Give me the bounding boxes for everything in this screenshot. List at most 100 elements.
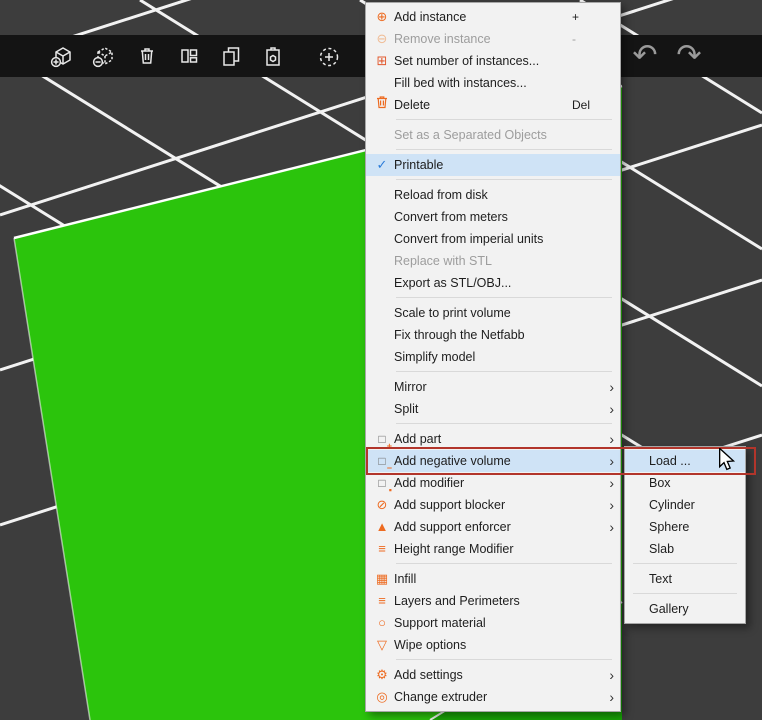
menu-item-layers-and-perimeters[interactable]: ≡Layers and Perimeters	[366, 590, 620, 612]
menu-separator	[396, 149, 612, 150]
menu-item-label: Export as STL/OBJ...	[394, 276, 570, 290]
submenu-arrow-icon: ›	[602, 376, 614, 398]
menu-item-label: Set number of instances...	[394, 54, 570, 68]
menu-item-add-modifier[interactable]: □▪Add modifier ›	[366, 472, 620, 494]
menu-item-label: Cylinder	[649, 498, 731, 512]
menu-item-label: Add modifier	[394, 476, 570, 490]
menu-item-label: Add settings	[394, 668, 570, 682]
add-negative-volume-submenu: Load ... Box Cylinder SphereSlab Text Gallery	[624, 446, 746, 624]
menu-item-label: Add instance	[394, 10, 570, 24]
submenu-arrow-icon: ›	[602, 472, 614, 494]
support-enforcer-icon: ▲	[370, 516, 394, 538]
menu-item-add-support-blocker[interactable]: ⊘Add support blocker ›	[366, 494, 620, 516]
set-instances-icon: ⊞	[370, 50, 394, 72]
menu-item-label: Fill bed with instances...	[394, 76, 570, 90]
menu-item-label: Replace with STL	[394, 254, 570, 268]
layers-icon: ≡	[370, 590, 394, 612]
add-instance-circle-icon[interactable]	[310, 37, 348, 75]
menu-separator	[396, 119, 612, 120]
menu-item-set-number-of-instances[interactable]: ⊞Set number of instances...	[366, 50, 620, 72]
menu-item-height-range-modifier[interactable]: ≡Height range Modifier	[366, 538, 620, 560]
menu-item-label: Fix through the Netfabb	[394, 328, 570, 342]
menu-item-export-as-stl-obj[interactable]: Export as STL/OBJ...	[366, 272, 620, 294]
menu-item-infill[interactable]: ▦Infill	[366, 568, 620, 590]
menu-item-label: Mirror	[394, 380, 570, 394]
menu-item-wipe-options[interactable]: ▽Wipe options	[366, 634, 620, 656]
submenu-item-slab[interactable]: Slab	[625, 538, 745, 560]
menu-separator	[396, 371, 612, 372]
menu-item-label: Delete	[394, 98, 570, 112]
menu-item-scale-to-print-volume[interactable]: Scale to print volume	[366, 302, 620, 324]
submenu-item-text[interactable]: Text	[625, 568, 745, 590]
menu-separator	[396, 297, 612, 298]
settings-gear-icon: ⚙	[370, 664, 394, 686]
support-blocker-icon: ⊘	[370, 494, 394, 516]
menu-item-label: Simplify model	[394, 350, 570, 364]
submenu-arrow-icon: ›	[602, 398, 614, 420]
menu-item-label: Remove instance	[394, 32, 570, 46]
add-object-icon[interactable]	[44, 37, 82, 75]
delete-icon[interactable]	[128, 37, 166, 75]
add-modifier-icon: □▪	[370, 472, 394, 494]
submenu-arrow-icon: ›	[602, 516, 614, 538]
menu-item-label: Gallery	[649, 602, 731, 616]
menu-item-add-negative-volume[interactable]: □−Add negative volume›	[366, 450, 620, 472]
menu-item-label: Text	[649, 572, 731, 586]
menu-item-label: Box	[649, 476, 731, 490]
submenu-arrow-icon: ›	[602, 686, 614, 708]
copy-icon[interactable]	[212, 37, 250, 75]
menu-item-fill-bed-with-instances[interactable]: Fill bed with instances...	[366, 72, 620, 94]
support-material-icon: ○	[370, 612, 394, 634]
menu-item-change-extruder[interactable]: ◎Change extruder›	[366, 686, 620, 708]
menu-item-label: Scale to print volume	[394, 306, 570, 320]
menu-item-label: Add negative volume	[394, 454, 570, 468]
menu-separator	[396, 563, 612, 564]
menu-item-set-as-separated-objects: Set as a Separated Objects	[366, 124, 620, 146]
menu-separator	[633, 563, 737, 564]
menu-item-mirror[interactable]: Mirror ›	[366, 376, 620, 398]
submenu-arrow-icon: ›	[602, 494, 614, 516]
object-context-menu: ⊕Add instance+⊖Remove instance-⊞Set numb…	[365, 2, 621, 712]
wipe-funnel-icon: ▽	[370, 634, 394, 656]
submenu-item-box[interactable]: Box	[625, 472, 745, 494]
menu-item-convert-from-meters[interactable]: Convert from meters	[366, 206, 620, 228]
menu-item-label: Wipe options	[394, 638, 570, 652]
infill-icon: ▦	[370, 568, 394, 590]
submenu-arrow-icon: ›	[602, 428, 614, 450]
paste-icon[interactable]	[254, 37, 292, 75]
submenu-item-load[interactable]: Load ...	[625, 450, 745, 472]
arrange-icon[interactable]	[170, 37, 208, 75]
menu-item-label: Convert from meters	[394, 210, 570, 224]
add-instance-icon: ⊕	[370, 6, 394, 28]
menu-item-simplify-model[interactable]: Simplify model	[366, 346, 620, 368]
submenu-arrow-icon: ›	[602, 664, 614, 686]
menu-item-fix-through-the-netfabb[interactable]: Fix through the Netfabb	[366, 324, 620, 346]
submenu-item-cylinder[interactable]: Cylinder	[625, 494, 745, 516]
shortcut-label: Del	[570, 98, 602, 112]
menu-item-add-instance[interactable]: ⊕Add instance+	[366, 6, 620, 28]
redo-icon[interactable]: ↷	[670, 37, 708, 75]
remove-object-icon[interactable]	[86, 37, 124, 75]
menu-item-label: Add support blocker	[394, 498, 570, 512]
submenu-item-sphere[interactable]: Sphere	[625, 516, 745, 538]
menu-item-label: Printable	[394, 158, 570, 172]
menu-item-replace-with-stl: Replace with STL	[366, 250, 620, 272]
menu-item-add-settings[interactable]: ⚙Add settings ›	[366, 664, 620, 686]
menu-item-delete[interactable]: DeleteDel	[366, 94, 620, 116]
add-negative-volume-icon: □−	[370, 450, 394, 472]
undo-icon[interactable]: ↶	[626, 37, 664, 75]
menu-separator	[396, 179, 612, 180]
submenu-item-gallery[interactable]: Gallery	[625, 598, 745, 620]
menu-item-add-support-enforcer[interactable]: ▲Add support enforcer›	[366, 516, 620, 538]
menu-item-printable[interactable]: ✓Printable	[366, 154, 620, 176]
delete-trash-icon	[370, 94, 394, 116]
menu-item-split[interactable]: Split›	[366, 398, 620, 420]
menu-separator	[396, 659, 612, 660]
menu-item-support-material[interactable]: ○Support material	[366, 612, 620, 634]
menu-item-add-part[interactable]: □+Add part›	[366, 428, 620, 450]
add-part-icon: □+	[370, 428, 394, 450]
menu-item-convert-from-imperial-units[interactable]: Convert from imperial units	[366, 228, 620, 250]
menu-item-remove-instance: ⊖Remove instance-	[366, 28, 620, 50]
toolbar-left-group	[44, 37, 348, 75]
menu-item-reload-from-disk[interactable]: Reload from disk	[366, 184, 620, 206]
